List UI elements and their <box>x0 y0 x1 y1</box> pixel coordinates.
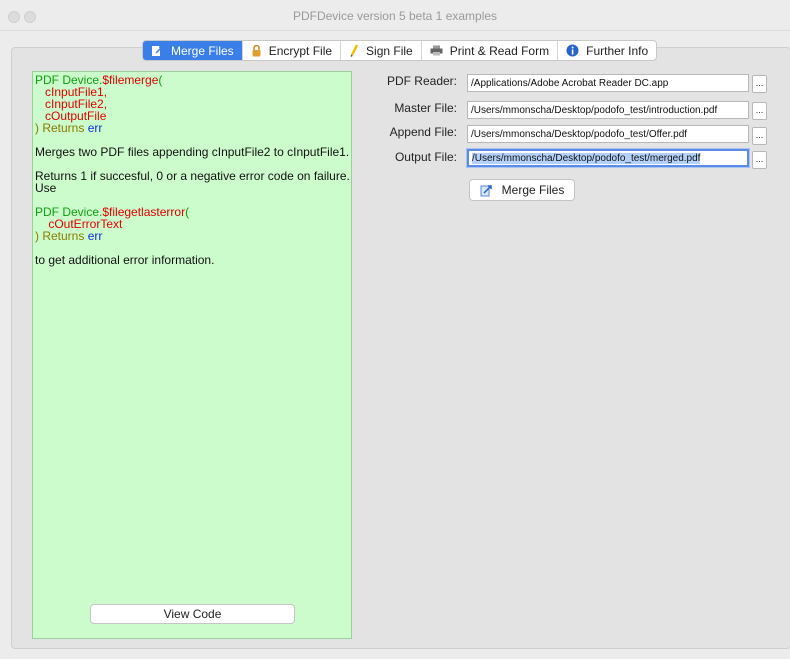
code-line: Merges two PDF files appending cInputFil… <box>35 145 350 159</box>
code-line: Returns 1 if succesful, 0 or a negative … <box>35 169 350 183</box>
code-token: err <box>87 229 103 243</box>
tab-merge-files[interactable]: Merge Files <box>143 41 243 60</box>
code-token: ) Returns <box>35 121 88 135</box>
code-line: to get additional error information. <box>35 253 215 267</box>
code-line: ) Returns err <box>35 230 349 242</box>
browse-output-file-button[interactable]: ... <box>752 151 767 169</box>
output-file-value: /Users/mmonscha/Desktop/podofo_test/merg… <box>472 153 701 164</box>
pdf-reader-label: PDF Reader: <box>386 74 457 88</box>
tab-print-read-form[interactable]: Print & Read Form <box>422 41 559 60</box>
code-text: PDF Device.$filemerge( cInputFile1, cInp… <box>35 73 350 267</box>
pen-icon <box>349 44 359 57</box>
tab-label: Merge Files <box>171 43 234 58</box>
tab-encrypt-file[interactable]: Encrypt File <box>243 41 342 60</box>
master-file-label: Master File: <box>394 101 457 115</box>
code-token: ( <box>185 205 190 219</box>
tab-sign-file[interactable]: Sign File <box>341 41 422 60</box>
master-file-field[interactable]: /Users/mmonscha/Desktop/podofo_test/intr… <box>467 101 749 119</box>
browse-append-file-button[interactable]: ... <box>752 127 767 145</box>
merge-files-button[interactable]: Merge Files <box>469 179 575 201</box>
printer-icon <box>430 45 443 56</box>
browse-pdf-reader-button[interactable]: ... <box>752 75 767 93</box>
pdf-reader-field[interactable]: /Applications/Adobe Acrobat Reader DC.ap… <box>467 74 749 92</box>
code-token: ( <box>158 73 163 87</box>
output-file-label: Output File: <box>394 150 457 164</box>
merge-icon <box>151 45 164 57</box>
info-icon <box>566 44 579 57</box>
merge-files-label: Merge Files <box>501 183 565 197</box>
code-line: ) Returns err <box>35 122 349 134</box>
code-line: Use <box>35 181 57 195</box>
lock-icon <box>251 44 262 57</box>
tab-bar: Merge Files Encrypt File Sign File Print… <box>142 40 658 61</box>
append-file-label: Append File: <box>389 125 457 139</box>
tab-label: Sign File <box>366 43 413 58</box>
code-token: err <box>87 121 103 135</box>
code-documentation-panel: PDF Device.$filemerge( cInputFile1, cInp… <box>32 71 352 639</box>
tab-further-info[interactable]: Further Info <box>558 41 656 60</box>
append-file-field[interactable]: /Users/mmonscha/Desktop/podofo_test/Offe… <box>467 125 749 143</box>
output-file-field[interactable]: /Users/mmonscha/Desktop/podofo_test/merg… <box>467 149 749 167</box>
view-code-button[interactable]: View Code <box>90 604 295 624</box>
tab-label: Print & Read Form <box>449 43 550 58</box>
code-token: ) Returns <box>35 229 88 243</box>
code-token: $filemerge <box>102 73 159 87</box>
title-bar: PDFDevice version 5 beta 1 examples <box>0 0 790 31</box>
tab-label: Further Info <box>586 43 649 58</box>
browse-master-file-button[interactable]: ... <box>752 102 767 120</box>
window-title: PDFDevice version 5 beta 1 examples <box>292 9 498 23</box>
merge-icon <box>480 184 494 197</box>
tab-label: Encrypt File <box>268 43 333 58</box>
